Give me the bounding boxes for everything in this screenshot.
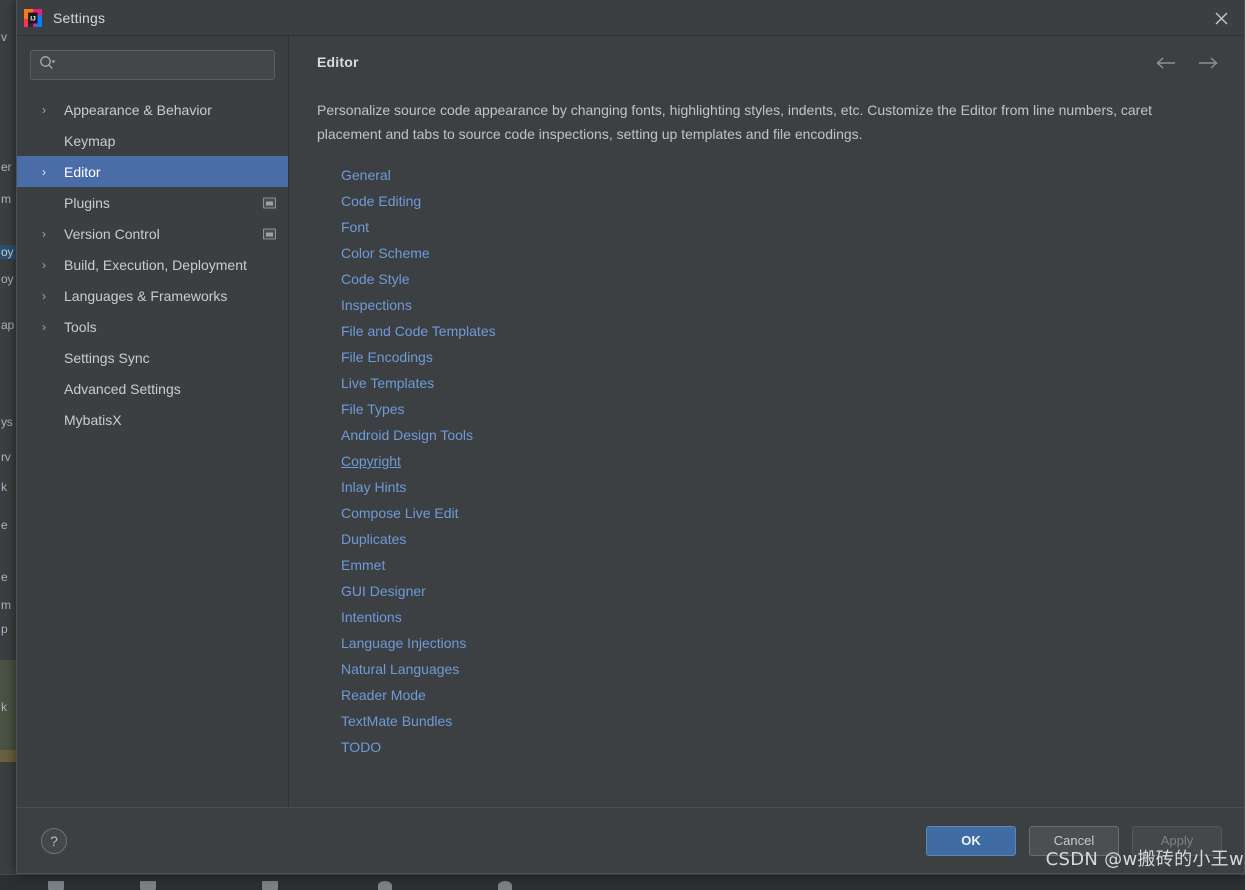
settings-link-reader-mode[interactable]: Reader Mode	[341, 682, 426, 708]
chevron-right-icon[interactable]: ›	[42, 228, 54, 240]
dialog-footer: ? OK Cancel Apply CSDN @w搬砖的小王w	[17, 807, 1244, 873]
sidebar-item-mybatisx[interactable]: MybatisX	[17, 404, 288, 435]
page-description: Personalize source code appearance by ch…	[317, 102, 1153, 142]
taskbar-icon[interactable]	[48, 881, 64, 890]
taskbar-icon[interactable]	[378, 881, 392, 890]
settings-link-todo[interactable]: TODO	[341, 734, 381, 760]
page-title: Editor	[317, 54, 359, 70]
settings-link-emmet[interactable]: Emmet	[341, 552, 385, 578]
settings-link-textmate-bundles[interactable]: TextMate Bundles	[341, 708, 452, 734]
taskbar-icon[interactable]	[498, 881, 512, 890]
sidebar-item-label: Keymap	[64, 132, 116, 149]
sidebar-item-label: Settings Sync	[64, 349, 150, 366]
sidebar-item-appearance-behavior[interactable]: › Appearance & Behavior	[17, 94, 288, 125]
help-button[interactable]: ?	[41, 827, 67, 854]
window-badge-icon	[263, 228, 276, 239]
dialog-titlebar[interactable]: IJ Settings	[17, 0, 1244, 36]
sidebar-item-label: Version Control	[64, 225, 160, 242]
nav-arrows	[1154, 54, 1220, 76]
settings-link-natural-languages[interactable]: Natural Languages	[341, 656, 459, 682]
close-icon	[1215, 12, 1227, 24]
settings-link-duplicates[interactable]: Duplicates	[341, 526, 406, 552]
settings-content: Editor Personalize source code appearanc…	[289, 36, 1244, 807]
chevron-right-icon[interactable]: ›	[42, 166, 54, 178]
back-button[interactable]	[1154, 55, 1178, 76]
sidebar-item-version-control[interactable]: › Version Control	[17, 218, 288, 249]
settings-sidebar: › Appearance & Behavior Keymap › Editor Plugi…	[17, 36, 289, 807]
sidebar-item-label: Editor	[64, 163, 101, 180]
window-badge-icon	[263, 197, 276, 208]
sidebar-item-label: Appearance & Behavior	[64, 101, 212, 118]
dialog-body: › Appearance & Behavior Keymap › Editor Plugi…	[17, 36, 1244, 807]
sidebar-item-advanced-settings[interactable]: Advanced Settings	[17, 373, 288, 404]
settings-link-code-editing[interactable]: Code Editing	[341, 188, 421, 214]
settings-link-language-injections[interactable]: Language Injections	[341, 630, 466, 656]
taskbar-icon[interactable]	[140, 881, 156, 890]
arrow-left-icon	[1156, 57, 1175, 69]
settings-link-color-scheme[interactable]: Color Scheme	[341, 240, 430, 266]
settings-link-copyright[interactable]: Copyright	[341, 448, 401, 474]
sidebar-item-label: Advanced Settings	[64, 380, 181, 397]
sidebar-item-settings-sync[interactable]: Settings Sync	[17, 342, 288, 373]
watermark: CSDN @w搬砖的小王w	[1045, 849, 1244, 870]
settings-link-font[interactable]: Font	[341, 214, 369, 240]
settings-link-gui-designer[interactable]: GUI Designer	[341, 578, 426, 604]
sidebar-item-label: MybatisX	[64, 411, 122, 428]
settings-link-code-style[interactable]: Code Style	[341, 266, 409, 292]
sidebar-item-label: Plugins	[64, 194, 110, 211]
chevron-right-icon[interactable]: ›	[42, 259, 54, 271]
dialog-title: Settings	[53, 9, 106, 26]
svg-text:IJ: IJ	[30, 15, 36, 22]
settings-link-intentions[interactable]: Intentions	[341, 604, 402, 630]
chevron-right-icon[interactable]: ›	[42, 290, 54, 302]
settings-link-general[interactable]: General	[341, 162, 391, 188]
ok-button[interactable]: OK	[926, 825, 1016, 856]
settings-link-file-and-code-templates[interactable]: File and Code Templates	[341, 318, 496, 344]
settings-link-android-design-tools[interactable]: Android Design Tools	[341, 422, 473, 448]
arrow-right-icon	[1199, 57, 1218, 69]
taskbar-icon[interactable]	[262, 881, 278, 890]
settings-link-inlay-hints[interactable]: Inlay Hints	[341, 474, 406, 500]
search-area	[17, 50, 288, 94]
sidebar-item-editor[interactable]: › Editor	[17, 156, 288, 187]
search-input[interactable]	[59, 57, 266, 73]
settings-link-file-types[interactable]: File Types	[341, 396, 405, 422]
search-box[interactable]	[30, 50, 275, 80]
sidebar-item-label: Tools	[64, 318, 97, 335]
content-header: Editor	[317, 54, 1220, 76]
settings-link-file-encodings[interactable]: File Encodings	[341, 344, 433, 370]
settings-link-inspections[interactable]: Inspections	[341, 292, 412, 318]
intellij-idea-logo-icon: IJ	[24, 8, 42, 27]
sidebar-item-plugins[interactable]: Plugins	[17, 187, 288, 218]
sidebar-item-build-execution-deployment[interactable]: › Build, Execution, Deployment	[17, 249, 288, 280]
settings-tree: › Appearance & Behavior Keymap › Editor Plugi…	[17, 94, 288, 435]
sidebar-item-languages-frameworks[interactable]: › Languages & Frameworks	[17, 280, 288, 311]
sidebar-item-label: Build, Execution, Deployment	[64, 256, 247, 273]
sidebar-item-keymap[interactable]: Keymap	[17, 125, 288, 156]
close-button[interactable]	[1198, 0, 1244, 36]
settings-dialog: IJ Settings › Appearance & Behavior Keym…	[16, 0, 1245, 874]
sidebar-item-tools[interactable]: › Tools	[17, 311, 288, 342]
settings-link-compose-live-edit[interactable]: Compose Live Edit	[341, 500, 459, 526]
chevron-right-icon[interactable]: ›	[42, 321, 54, 333]
sub-settings-link-list: General Code Editing Font Color Scheme Code …	[317, 162, 1220, 760]
os-taskbar[interactable]	[0, 874, 1245, 890]
sidebar-item-label: Languages & Frameworks	[64, 287, 228, 304]
chevron-right-icon[interactable]: ›	[42, 104, 54, 116]
forward-button[interactable]	[1196, 55, 1220, 76]
settings-link-live-templates[interactable]: Live Templates	[341, 370, 434, 396]
search-icon	[39, 55, 57, 76]
